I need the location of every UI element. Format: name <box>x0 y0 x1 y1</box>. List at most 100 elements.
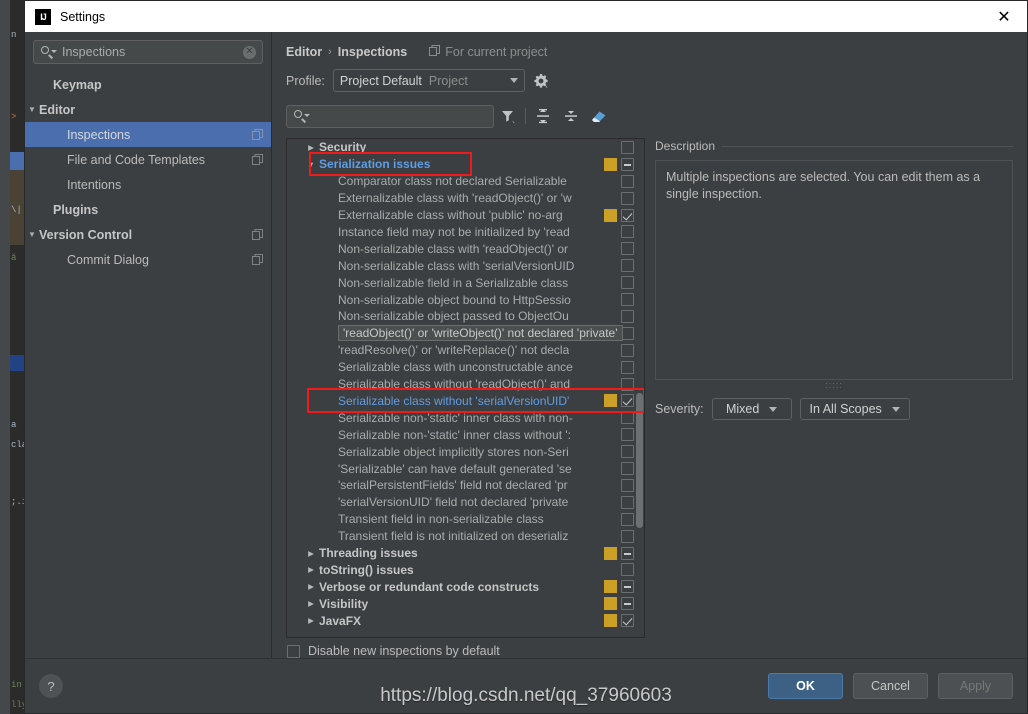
inspection-filter-input[interactable] <box>286 104 494 128</box>
inspection-item-row[interactable]: Externalizable class without 'public' no… <box>287 207 644 224</box>
severity-select[interactable]: Mixed <box>711 398 792 420</box>
chevron-right-icon[interactable]: ▶ <box>303 599 319 608</box>
inspection-item-row[interactable]: Non-serializable field in a Serializable… <box>287 274 644 291</box>
inspection-item-row[interactable]: Serializable object implicitly stores no… <box>287 443 644 460</box>
chevron-right-icon[interactable]: ▶ <box>303 582 319 591</box>
inspection-enabled-checkbox[interactable] <box>621 326 634 340</box>
inspection-item-row[interactable]: Externalizable class with 'readObject()'… <box>287 190 644 207</box>
apply-button[interactable]: Apply <box>938 673 1013 699</box>
inspection-item-row[interactable]: 'readResolve()' or 'writeReplace()' not … <box>287 342 644 359</box>
inspection-enabled-checkbox[interactable] <box>621 394 634 408</box>
inspection-enabled-checkbox[interactable] <box>621 157 634 171</box>
tree-scrollbar-thumb[interactable] <box>636 392 643 528</box>
inspection-group-row[interactable]: ▶ Threading issues <box>287 545 644 562</box>
close-icon[interactable]: ✕ <box>981 1 1027 32</box>
inspection-enabled-checkbox[interactable] <box>621 614 634 628</box>
inspection-item-row[interactable]: Comparator class not declared Serializab… <box>287 173 644 190</box>
chevron-down-icon[interactable]: ▼ <box>25 105 39 114</box>
inspection-group-row[interactable]: ▶ JavaFX <box>287 612 644 629</box>
chevron-right-icon[interactable]: ▶ <box>303 143 319 152</box>
inspection-enabled-checkbox[interactable] <box>621 580 634 594</box>
inspection-enabled-checkbox[interactable] <box>621 445 634 459</box>
inspection-enabled-checkbox[interactable] <box>621 478 634 492</box>
inspection-item-row[interactable]: Serializable non-'static' inner class wi… <box>287 409 644 426</box>
inspection-enabled-checkbox[interactable] <box>621 343 634 357</box>
severity-swatch[interactable] <box>604 597 617 611</box>
disable-new-inspections-row[interactable]: Disable new inspections by default <box>272 638 1027 658</box>
help-button[interactable]: ? <box>39 674 63 698</box>
inspection-item-row[interactable]: Transient field in non-serializable clas… <box>287 511 644 528</box>
inspection-enabled-checkbox[interactable] <box>621 225 634 239</box>
inspection-enabled-checkbox[interactable] <box>621 309 634 323</box>
severity-swatch[interactable] <box>604 394 617 408</box>
sidebar-item-editor[interactable]: ▼ Editor <box>25 97 271 122</box>
inspection-item-row[interactable]: 'serialVersionUID' field not declared 'p… <box>287 494 644 511</box>
inspection-enabled-checkbox[interactable] <box>621 293 634 307</box>
inspection-group-row[interactable]: ▶ toString() issues <box>287 562 644 579</box>
inspection-item-row[interactable]: Non-serializable class with 'readObject(… <box>287 240 644 257</box>
inspection-item-row[interactable]: Serializable class with unconstructable … <box>287 359 644 376</box>
inspection-item-row[interactable]: Serializable class without 'serialVersio… <box>287 393 644 410</box>
inspection-enabled-checkbox[interactable] <box>621 428 634 442</box>
chevron-right-icon[interactable]: ▶ <box>303 549 319 558</box>
inspection-item-row[interactable]: Instance field may not be initialized by… <box>287 224 644 241</box>
inspection-enabled-checkbox[interactable] <box>621 546 634 560</box>
severity-swatch[interactable] <box>604 546 617 560</box>
inspection-group-row[interactable]: ▶ Security <box>287 139 644 156</box>
severity-swatch[interactable] <box>604 580 617 594</box>
gear-icon[interactable] <box>533 73 549 89</box>
inspection-item-row[interactable]: Non-serializable class with 'serialVersi… <box>287 257 644 274</box>
sidebar-item-inspections[interactable]: Inspections <box>25 122 271 147</box>
severity-swatch[interactable] <box>604 208 617 222</box>
inspection-enabled-checkbox[interactable] <box>621 495 634 509</box>
inspection-enabled-checkbox[interactable] <box>621 276 634 290</box>
inspection-item-row[interactable]: Non-serializable object passed to Object… <box>287 308 644 325</box>
inspection-enabled-checkbox[interactable] <box>621 377 634 391</box>
inspection-item-row[interactable]: Transient field is not initialized on de… <box>287 528 644 545</box>
disable-new-inspections-checkbox[interactable] <box>287 644 300 658</box>
inspection-item-row[interactable]: 'readObject()' or 'writeObject()' not de… <box>287 325 644 342</box>
inspection-group-row[interactable]: ▶ Visibility <box>287 595 644 612</box>
inspection-enabled-checkbox[interactable] <box>621 259 634 273</box>
inspection-enabled-checkbox[interactable] <box>621 597 634 611</box>
inspection-enabled-checkbox[interactable] <box>621 191 634 205</box>
settings-nav-tree[interactable]: Keymap ▼ Editor Inspections File and Code Te… <box>25 70 271 658</box>
sidebar-item-file-and-code-templates[interactable]: File and Code Templates <box>25 147 271 172</box>
chevron-right-icon[interactable]: ▶ <box>303 565 319 574</box>
settings-search-input[interactable]: Inspections ✕ <box>33 40 263 64</box>
filter-funnel-icon[interactable] <box>494 104 522 128</box>
inspection-item-row[interactable]: Non-serializable object bound to HttpSes… <box>287 291 644 308</box>
sidebar-item-commit-dialog[interactable]: Commit Dialog <box>25 247 271 272</box>
expand-all-icon[interactable] <box>529 104 557 128</box>
resize-grip-icon[interactable]: ::::: <box>655 380 1013 391</box>
inspection-enabled-checkbox[interactable] <box>621 360 634 374</box>
inspection-group-row[interactable]: ▼ Serialization issues <box>287 156 644 173</box>
inspection-enabled-checkbox[interactable] <box>621 563 634 577</box>
ok-button[interactable]: OK <box>768 673 843 699</box>
inspection-item-row[interactable]: 'Serializable' can have default generate… <box>287 460 644 477</box>
inspection-enabled-checkbox[interactable] <box>621 512 634 526</box>
sidebar-item-plugins[interactable]: Plugins <box>25 197 271 222</box>
inspection-enabled-checkbox[interactable] <box>621 174 634 188</box>
inspection-enabled-checkbox[interactable] <box>621 462 634 476</box>
inspection-item-row[interactable]: 'serialPersistentFields' field not decla… <box>287 477 644 494</box>
clear-icon[interactable]: ✕ <box>243 45 256 59</box>
sidebar-item-version-control[interactable]: ▼ Version Control <box>25 222 271 247</box>
inspection-item-row[interactable]: Serializable non-'static' inner class wi… <box>287 426 644 443</box>
chevron-down-icon[interactable]: ▼ <box>303 160 319 169</box>
severity-swatch[interactable] <box>604 614 617 628</box>
sidebar-item-keymap[interactable]: Keymap <box>25 72 271 97</box>
cancel-button[interactable]: Cancel <box>853 673 928 699</box>
profile-select[interactable]: Project Default Project <box>332 69 525 92</box>
inspection-item-row[interactable]: Serializable class without 'readObject()… <box>287 376 644 393</box>
eraser-reset-icon[interactable] <box>585 104 613 128</box>
inspection-tree[interactable]: ▶ Security ▼ Serialization issues Comparator… <box>286 138 645 638</box>
severity-swatch[interactable] <box>604 157 617 171</box>
inspection-group-row[interactable]: ▶ Verbose or redundant code constructs <box>287 578 644 595</box>
sidebar-item-intentions[interactable]: Intentions <box>25 172 271 197</box>
breadcrumb-parent[interactable]: Editor <box>286 45 322 59</box>
collapse-all-icon[interactable] <box>557 104 585 128</box>
inspection-enabled-checkbox[interactable] <box>621 411 634 425</box>
inspection-enabled-checkbox[interactable] <box>621 242 634 256</box>
scope-select[interactable]: In All Scopes <box>799 398 910 420</box>
